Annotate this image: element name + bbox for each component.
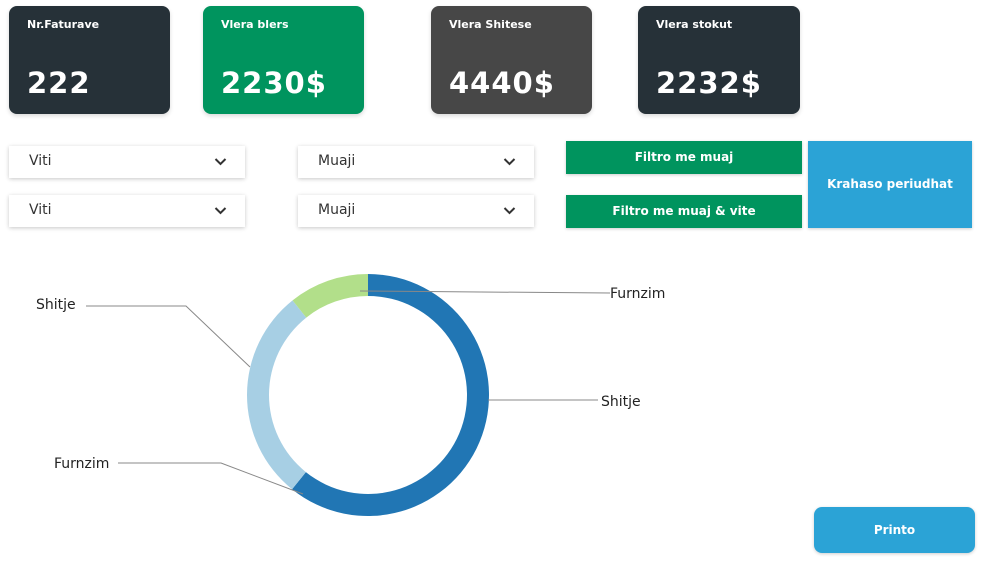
donut-slice-shitje xyxy=(292,274,489,516)
chart-label-shitje-left: Shitje xyxy=(36,297,76,313)
print-button[interactable]: Printo xyxy=(814,507,975,553)
dashboard: Nr.Faturave 222 Vlera blers 2230$ Vlera … xyxy=(0,0,984,565)
chart-label-shitje-right: Shitje xyxy=(601,394,641,410)
donut-chart: Furnzim Shitje Shitje Furnzim xyxy=(36,274,665,516)
donut-slice-furnzim-inner xyxy=(292,274,368,318)
donut-slice-furnzim-outer xyxy=(246,300,307,490)
chart-label-furnzim-right: Furnzim xyxy=(610,286,665,302)
chart-label-furnzim-left: Furnzim xyxy=(54,456,109,472)
leader-line-shitje-left xyxy=(86,305,251,368)
